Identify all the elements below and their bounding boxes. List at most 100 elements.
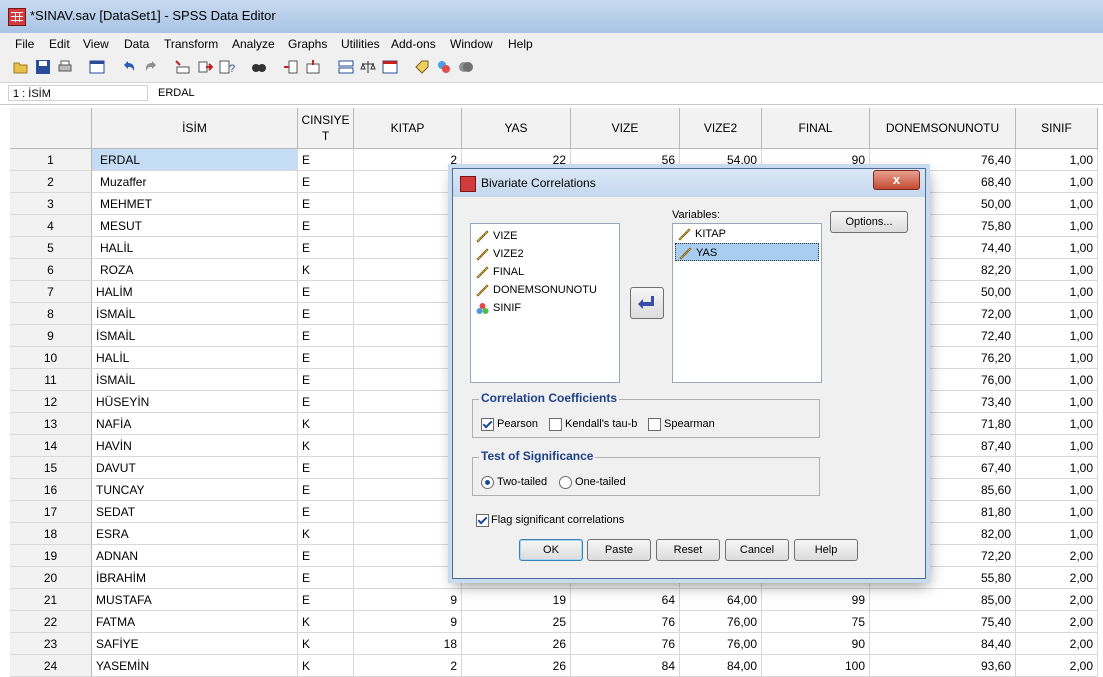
table-cell[interactable]: 1,00	[1016, 369, 1098, 391]
table-cell[interactable]: E	[298, 149, 354, 171]
table-cell[interactable]: SEDAT	[92, 501, 298, 523]
table-cell[interactable]: İSMAİL	[92, 325, 298, 347]
row-header[interactable]: 8	[10, 303, 92, 325]
table-cell[interactable]: HALİL	[92, 347, 298, 369]
menu-help[interactable]: Help	[508, 37, 533, 51]
move-variable-button[interactable]	[630, 287, 664, 319]
table-cell[interactable]: E	[298, 193, 354, 215]
table-cell[interactable]: 76,00	[680, 611, 762, 633]
table-cell[interactable]: K	[298, 259, 354, 281]
source-variable-item[interactable]: FINAL	[473, 263, 617, 281]
table-cell[interactable]	[354, 523, 462, 545]
column-header[interactable]: CINSIYET	[298, 108, 354, 149]
menu-edit[interactable]: Edit	[49, 37, 70, 51]
table-cell[interactable]: 84	[571, 655, 680, 677]
column-header[interactable]: KITAP	[354, 108, 462, 149]
show-all-variables-icon[interactable]	[458, 59, 474, 75]
insert-variable-icon[interactable]	[305, 59, 321, 75]
menu-file[interactable]: File	[15, 37, 34, 51]
table-cell[interactable]: ERDAL	[92, 149, 298, 171]
column-header[interactable]: YAS	[462, 108, 571, 149]
table-cell[interactable]: E	[298, 567, 354, 589]
menu-view[interactable]: View	[83, 37, 109, 51]
table-cell[interactable]: 1	[354, 435, 462, 457]
table-cell[interactable]	[354, 325, 462, 347]
table-cell[interactable]: K	[298, 413, 354, 435]
source-variable-item[interactable]: SINIF	[473, 299, 617, 317]
menu-transform[interactable]: Transform	[164, 37, 218, 51]
table-cell[interactable]: 25	[462, 611, 571, 633]
table-cell[interactable]: 99	[762, 589, 870, 611]
row-header[interactable]: 13	[10, 413, 92, 435]
table-cell[interactable]: 1,00	[1016, 435, 1098, 457]
menu-add-ons[interactable]: Add-ons	[391, 37, 436, 51]
table-cell[interactable]: E	[298, 347, 354, 369]
table-cell[interactable]: HÜSEYİN	[92, 391, 298, 413]
table-cell[interactable]	[354, 391, 462, 413]
row-header[interactable]: 1	[10, 149, 92, 171]
split-file-icon[interactable]	[338, 59, 354, 75]
row-header[interactable]: 2	[10, 171, 92, 193]
insert-cases-icon[interactable]	[283, 59, 299, 75]
table-cell[interactable]: K	[298, 523, 354, 545]
table-cell[interactable]: MEHMET	[92, 193, 298, 215]
table-cell[interactable]: 1,00	[1016, 479, 1098, 501]
row-header[interactable]: 15	[10, 457, 92, 479]
dialog-recall-icon[interactable]	[89, 59, 105, 75]
undo-icon[interactable]	[121, 59, 137, 75]
table-cell[interactable]: 75,40	[870, 611, 1016, 633]
column-header[interactable]: DONEMSONUNOTU	[870, 108, 1016, 149]
table-cell[interactable]: 76	[571, 633, 680, 655]
table-cell[interactable]: 1	[354, 193, 462, 215]
row-header[interactable]: 21	[10, 589, 92, 611]
table-cell[interactable]: 2,00	[1016, 611, 1098, 633]
table-cell[interactable]: 90	[762, 633, 870, 655]
table-cell[interactable]: YASEMİN	[92, 655, 298, 677]
table-cell[interactable]: 26	[462, 655, 571, 677]
row-header[interactable]: 20	[10, 567, 92, 589]
column-header[interactable]: VIZE2	[680, 108, 762, 149]
variables-icon[interactable]: ?	[219, 59, 235, 75]
table-cell[interactable]: E	[298, 325, 354, 347]
spearman-checkbox[interactable]	[648, 418, 661, 431]
table-cell[interactable]: E	[298, 545, 354, 567]
row-header[interactable]: 7	[10, 281, 92, 303]
table-cell[interactable]: 64	[571, 589, 680, 611]
table-cell[interactable]: 1,00	[1016, 149, 1098, 171]
menu-utilities[interactable]: Utilities	[341, 37, 380, 51]
goto-variable-icon[interactable]	[197, 59, 213, 75]
table-cell[interactable]: 1,00	[1016, 303, 1098, 325]
open-icon[interactable]	[13, 59, 29, 75]
table-cell[interactable]: ESRA	[92, 523, 298, 545]
table-cell[interactable]: 76,00	[680, 633, 762, 655]
table-cell[interactable]: HAVİN	[92, 435, 298, 457]
table-cell[interactable]: 1,00	[1016, 281, 1098, 303]
table-cell[interactable]: 26	[462, 633, 571, 655]
table-cell[interactable]: K	[298, 611, 354, 633]
target-variable-item[interactable]: YAS	[675, 243, 819, 261]
table-cell[interactable]: 76	[571, 611, 680, 633]
table-cell[interactable]	[354, 501, 462, 523]
cancel-button[interactable]: Cancel	[725, 539, 789, 561]
table-cell[interactable]: K	[298, 435, 354, 457]
row-header[interactable]: 23	[10, 633, 92, 655]
table-cell[interactable]	[354, 545, 462, 567]
table-cell[interactable]: HALİM	[92, 281, 298, 303]
weight-cases-icon[interactable]	[360, 59, 376, 75]
table-cell[interactable]: 1,00	[1016, 193, 1098, 215]
row-header[interactable]: 22	[10, 611, 92, 633]
table-cell[interactable]: E	[298, 281, 354, 303]
column-header[interactable]: SINIF	[1016, 108, 1098, 149]
column-header[interactable]: FINAL	[762, 108, 870, 149]
table-cell[interactable]	[354, 259, 462, 281]
table-cell[interactable]	[354, 413, 462, 435]
table-cell[interactable]: İSMAİL	[92, 303, 298, 325]
table-cell[interactable]: K	[298, 655, 354, 677]
table-cell[interactable]: 1,00	[1016, 171, 1098, 193]
table-cell[interactable]: 19	[462, 589, 571, 611]
table-cell[interactable]: 2,00	[1016, 655, 1098, 677]
cell-value-editor[interactable]: ERDAL	[154, 85, 195, 101]
row-header[interactable]: 4	[10, 215, 92, 237]
table-cell[interactable]: E	[298, 501, 354, 523]
table-cell[interactable]: E	[298, 237, 354, 259]
